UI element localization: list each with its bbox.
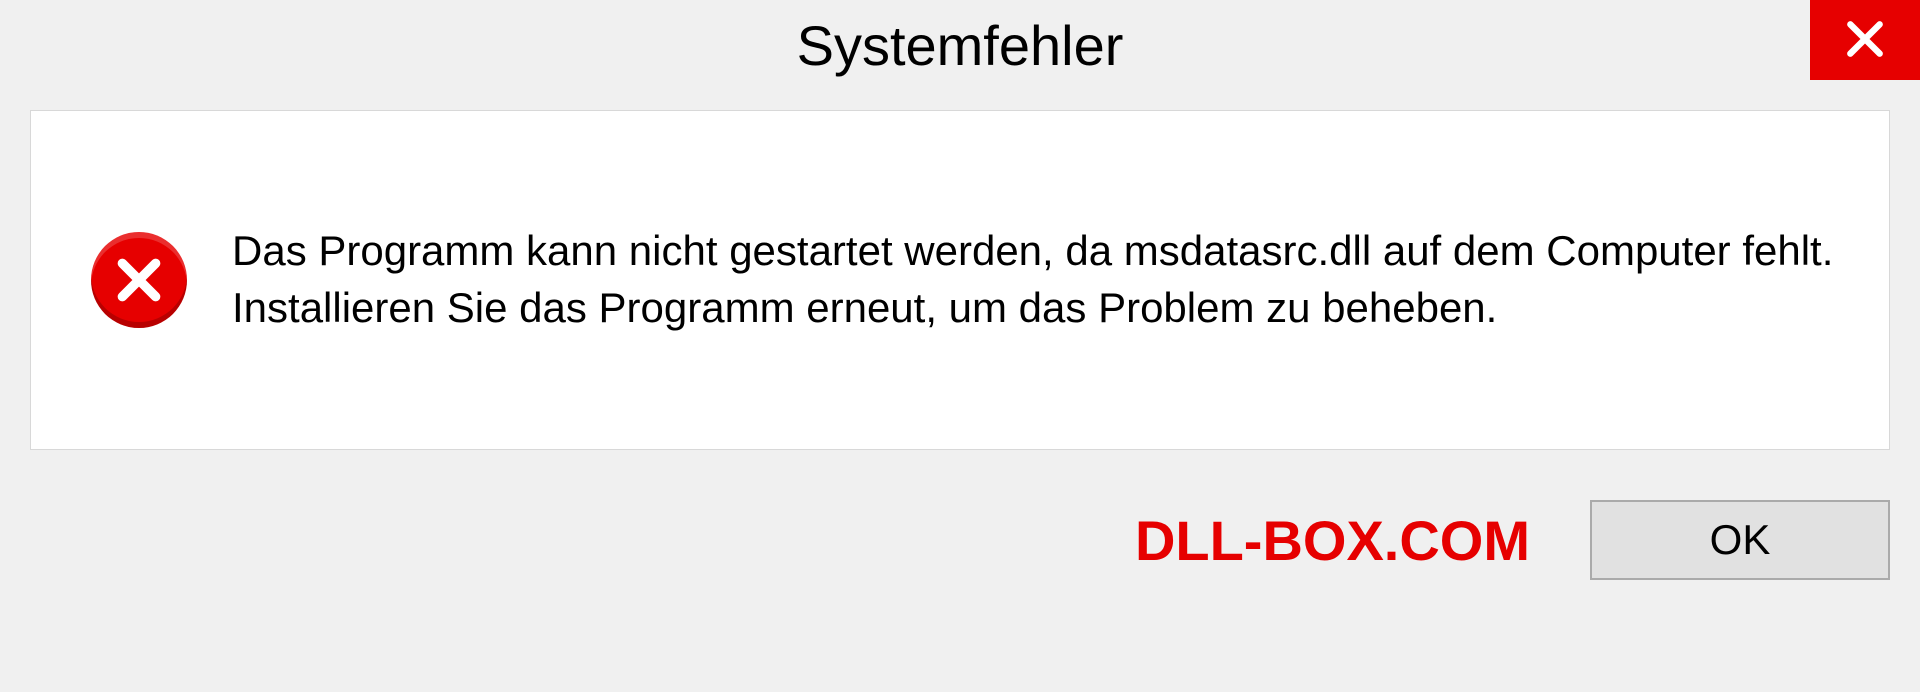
ok-button[interactable]: OK bbox=[1590, 500, 1890, 580]
watermark-text: DLL-BOX.COM bbox=[1135, 508, 1530, 573]
content-panel: Das Programm kann nicht gestartet werden… bbox=[30, 110, 1890, 450]
close-icon bbox=[1843, 17, 1887, 64]
close-button[interactable] bbox=[1810, 0, 1920, 80]
ok-button-label: OK bbox=[1710, 516, 1771, 564]
error-dialog: Systemfehler Das Programm kann nicht ges… bbox=[0, 0, 1920, 692]
title-bar: Systemfehler bbox=[0, 0, 1920, 90]
dialog-footer: DLL-BOX.COM OK bbox=[0, 480, 1920, 610]
error-message: Das Programm kann nicht gestartet werden… bbox=[232, 223, 1839, 336]
dialog-title: Systemfehler bbox=[797, 13, 1124, 78]
error-icon bbox=[91, 232, 187, 328]
